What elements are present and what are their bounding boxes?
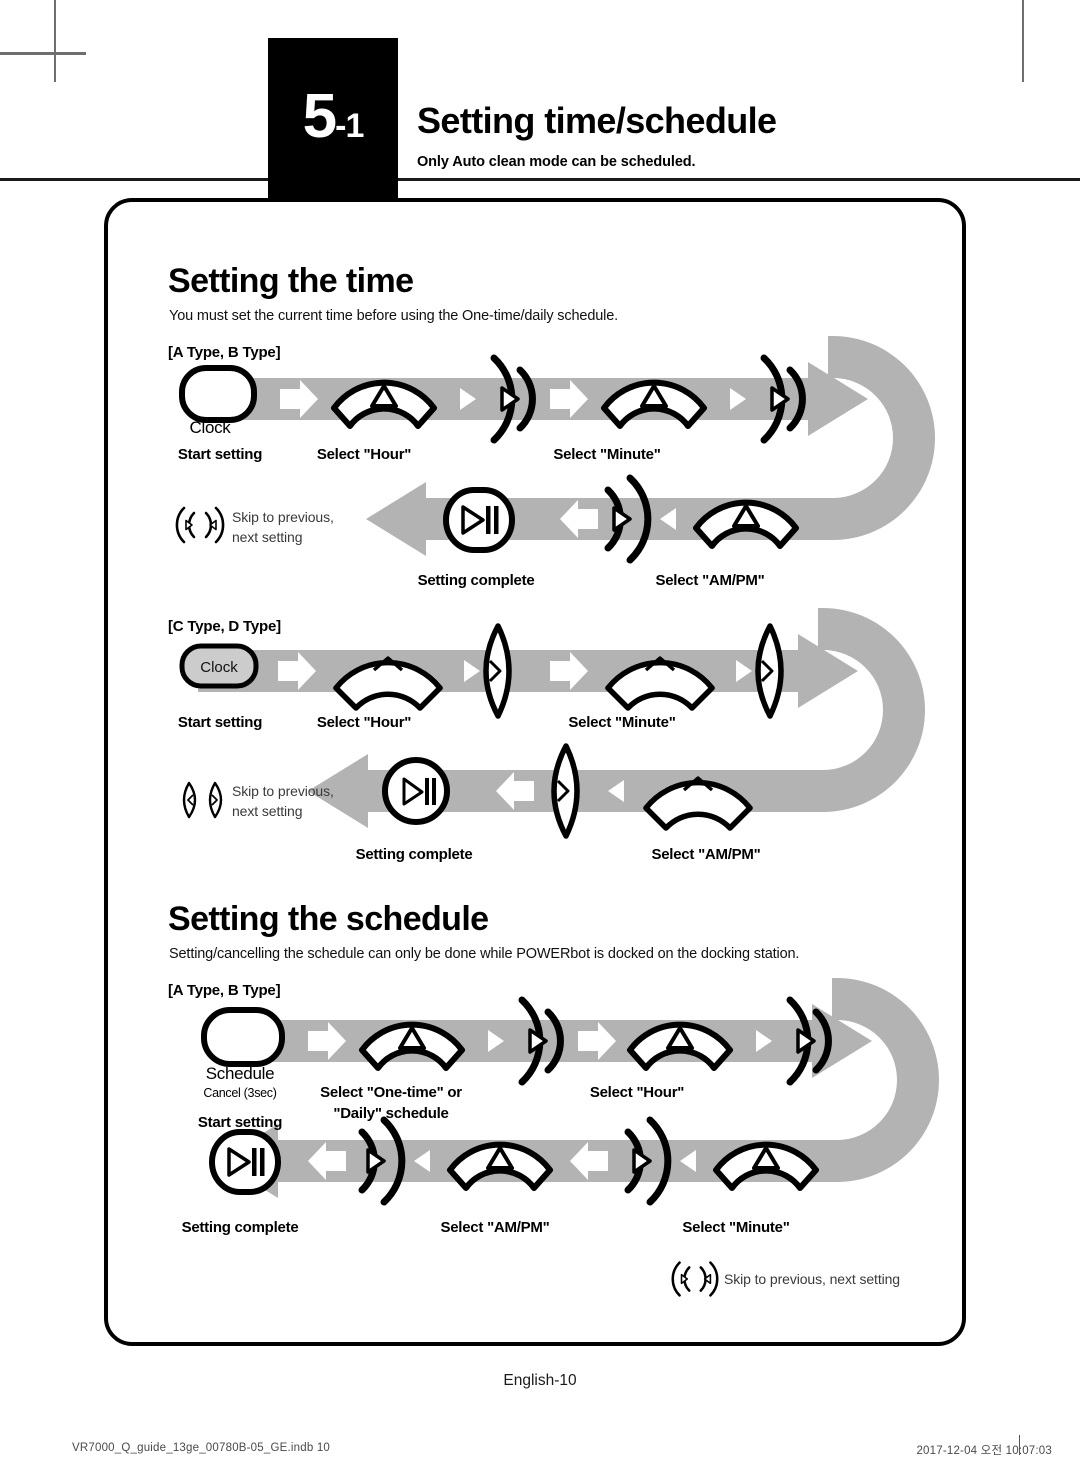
caption-select-onetime-line1: Select "One-time" or (320, 1084, 462, 1101)
caption-select-ampm-time-cd: Select "AM/PM" (651, 846, 761, 863)
caption-select-hour-schedule: Select "Hour" (589, 1084, 685, 1101)
note-skip-time-cd-line2: next setting (232, 803, 303, 819)
caption-select-ampm-time-ab: Select "AM/PM" (655, 572, 765, 589)
page-title: Setting time/schedule (417, 100, 777, 141)
chapter-subnumber: -1 (335, 107, 364, 145)
footer-tick-mark (1019, 1435, 1020, 1455)
section-title-setting-the-time: Setting the time (168, 262, 414, 300)
skip-icons-time-ab (175, 506, 225, 544)
note-skip-time-ab-line1: Skip to previous, (232, 509, 334, 525)
button-label-schedule: Schedule (205, 1064, 275, 1083)
caption-select-minute-time-ab: Select "Minute" (553, 446, 661, 463)
note-skip-schedule: Skip to previous, next setting (724, 1271, 900, 1287)
svg-text:Clock: Clock (200, 659, 238, 676)
section-description-setting-the-schedule: Setting/cancelling the schedule can only… (169, 946, 800, 962)
caption-select-ampm-schedule: Select "AM/PM" (440, 1219, 550, 1236)
page-header: 5-1 Setting time/schedule Only Auto clea… (0, 0, 1080, 246)
flow-diagram-schedule-ab (201, 978, 939, 1206)
button-label-clock-ab: Clock (189, 418, 231, 437)
caption-select-onetime-line2: "Daily" schedule (333, 1105, 449, 1122)
type-label-ab-time: [A Type, B Type] (168, 344, 281, 361)
caption-start-setting-time-ab: Start setting (177, 446, 263, 463)
page-subtitle: Only Auto clean mode can be scheduled. (417, 154, 696, 170)
footer-timestamp: 2017-12-04 오전 10:07:03 (916, 1445, 1052, 1457)
caption-select-hour-time-cd: Select "Hour" (316, 714, 412, 731)
caption-select-minute-schedule: Select "Minute" (682, 1219, 790, 1236)
note-skip-time-cd: Skip to previous, next setting (232, 781, 402, 821)
caption-setting-complete-schedule: Setting complete (181, 1219, 299, 1236)
caption-select-minute-time-cd: Select "Minute" (568, 714, 676, 731)
note-skip-time-ab: Skip to previous, next setting (232, 507, 402, 547)
caption-start-setting-time-cd: Start setting (177, 714, 263, 731)
note-skip-time-ab-line2: next setting (232, 529, 303, 545)
page-number: English-10 (503, 1372, 577, 1389)
skip-icons-schedule (671, 1261, 719, 1297)
skip-icons-time-cd (182, 781, 223, 819)
caption-setting-complete-time-ab: Setting complete (417, 572, 535, 589)
caption-start-setting-schedule: Start setting (197, 1114, 283, 1131)
chapter-number: 5-1 (268, 86, 398, 157)
caption-setting-complete-time-cd: Setting complete (355, 846, 473, 863)
caption-select-onetime-daily: Select "One-time" or "Daily" schedule (300, 1082, 482, 1124)
section-description-setting-the-time: You must set the current time before usi… (169, 308, 619, 324)
section-title-setting-the-schedule: Setting the schedule (168, 900, 489, 938)
type-label-ab-schedule: [A Type, B Type] (168, 982, 281, 999)
badge-notch (268, 202, 404, 260)
button-sublabel-schedule-cancel: Cancel (3sec) (203, 1086, 277, 1100)
header-divider (0, 178, 1080, 181)
note-skip-time-cd-line1: Skip to previous, (232, 783, 334, 799)
chapter-number-value: 5 (302, 82, 338, 151)
caption-select-hour-time-ab: Select "Hour" (316, 446, 412, 463)
footer-file-info: VR7000_Q_guide_13ge_00780B-05_GE.indb 10 (72, 1442, 331, 1454)
